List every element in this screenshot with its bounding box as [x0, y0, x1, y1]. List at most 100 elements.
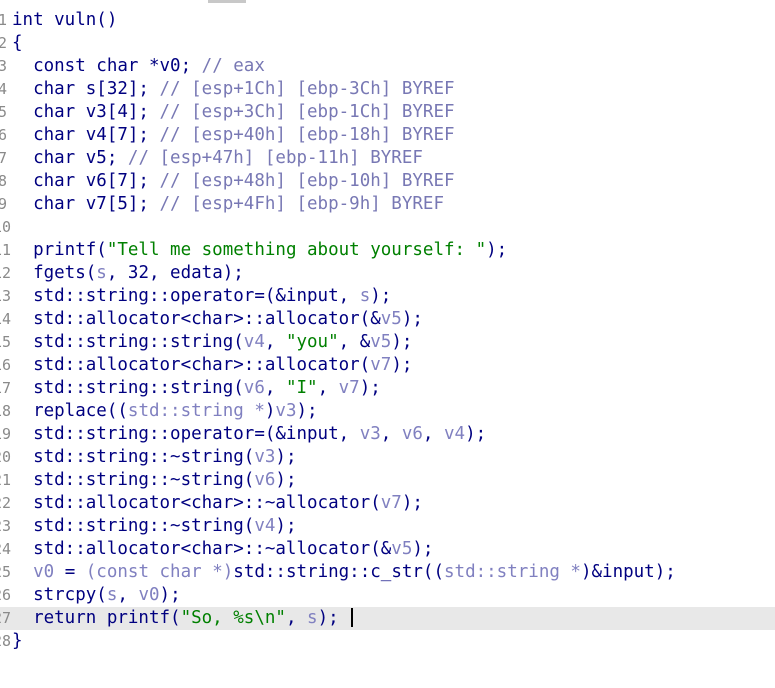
line-number: 15: [0, 333, 12, 351]
code-token: );: [275, 447, 297, 467]
line-number: 3: [0, 57, 7, 75]
line-number: 24: [0, 540, 12, 558]
code-line[interactable]: 6 char v4[7]; // [esp+40h] [ebp-18h] BYR…: [0, 124, 775, 147]
code-line[interactable]: 3 const char *v0; // eax: [0, 55, 775, 78]
code-token: std::string::~string(: [12, 516, 255, 536]
code-token: char s[32];: [12, 79, 160, 99]
code-line[interactable]: 15 std::string::string(v4, "you", &v5);: [0, 331, 775, 354]
code-token: (const char *): [85, 562, 234, 582]
code-line[interactable]: 1 int vuln(): [0, 9, 775, 32]
code-text: char s[32]; // [esp+1Ch] [ebp-3Ch] BYREF: [12, 78, 455, 101]
code-text: std::allocator<char>::~allocator(v7);: [12, 492, 423, 515]
code-line[interactable]: 25 v0 = (const char *)std::string::c_str…: [0, 561, 775, 584]
code-token: );: [401, 309, 423, 329]
code-line[interactable]: 4 char s[32]; // [esp+1Ch] [ebp-3Ch] BYR…: [0, 78, 775, 101]
code-token: v7: [338, 378, 360, 398]
code-line[interactable]: 5 char v3[4]; // [esp+3Ch] [ebp-1Ch] BYR…: [0, 101, 775, 124]
code-token: // [esp+47h] [ebp-11h] BYREF: [127, 148, 423, 168]
code-token: );: [159, 585, 181, 605]
code-text: {: [12, 32, 23, 55]
code-line[interactable]: 24 std::allocator<char>::~allocator(&v5)…: [0, 538, 775, 561]
code-token: std::string::string(: [12, 378, 244, 398]
code-token: printf(: [12, 240, 107, 260]
pseudocode-editor[interactable]: 1 int vuln() 2{3 const char *v0; // eax 4 c…: [0, 6, 775, 688]
line-number: 22: [0, 494, 12, 512]
code-token: );: [275, 516, 297, 536]
code-line[interactable]: 11 printf("Tell me something about yours…: [0, 239, 775, 262]
code-line[interactable]: 19 std::string::operator=(&input, v3, v6…: [0, 423, 775, 446]
code-token: "So, %s\n": [180, 608, 286, 628]
code-token: ,: [422, 424, 444, 444]
code-text: char v6[7]; // [esp+48h] [ebp-10h] BYREF: [12, 170, 455, 193]
code-line[interactable]: 21 std::string::~string(v6);: [0, 469, 775, 492]
code-line[interactable]: 27 return printf("So, %s\n", s);: [0, 607, 775, 630]
code-token: v3: [275, 401, 297, 421]
code-text: std::allocator<char>::allocator(&v5);: [12, 308, 423, 331]
code-text: replace((std::string *)v3);: [12, 400, 318, 423]
code-line[interactable]: 9 char v7[5]; // [esp+4Fh] [ebp-9h] BYRE…: [0, 193, 775, 216]
code-line[interactable]: 12 fgets(s, 32, edata);: [0, 262, 775, 285]
code-token: v5: [380, 309, 402, 329]
code-token: s: [96, 263, 107, 283]
line-number: 23: [0, 517, 12, 535]
code-line[interactable]: 17 std::string::string(v6, "I", v7);: [0, 377, 775, 400]
code-line[interactable]: 20 std::string::~string(v3);: [0, 446, 775, 469]
code-line[interactable]: 18 replace((std::string *)v3);: [0, 400, 775, 423]
code-line[interactable]: 7 char v5; // [esp+47h] [ebp-11h] BYREF: [0, 147, 775, 170]
code-text: std::string::string(v6, "I", v7);: [12, 377, 381, 400]
code-line[interactable]: 16 std::allocator<char>::allocator(v7);: [0, 354, 775, 377]
code-line[interactable]: 14 std::allocator<char>::allocator(&v5);: [0, 308, 775, 331]
code-token: );: [412, 539, 434, 559]
code-token: std::allocator<char>::~allocator(: [12, 493, 381, 513]
code-token: char v4[7];: [12, 125, 160, 145]
code-token: int vuln(): [12, 10, 118, 30]
line-number: 4: [0, 80, 7, 98]
code-token: );: [391, 332, 413, 352]
code-token: std::string::~string(: [12, 470, 255, 490]
code-token: return printf(: [12, 608, 181, 628]
code-token: s: [307, 608, 318, 628]
code-text: char v4[7]; // [esp+40h] [ebp-18h] BYREF: [12, 124, 454, 147]
code-token: v3: [254, 447, 276, 467]
code-token: std::allocator<char>::~allocator(&: [12, 539, 392, 559]
code-token: std::allocator<char>::allocator(&: [12, 309, 381, 329]
code-token: // [esp+3Ch] [ebp-1Ch] BYREF: [159, 102, 455, 122]
code-token: v7: [370, 355, 392, 375]
code-token: std::string::operator=(&input,: [12, 424, 360, 444]
tab-indicator[interactable]: [208, 0, 246, 3]
code-token: ): [264, 401, 276, 421]
code-text: char v5; // [esp+47h] [ebp-11h] BYREF: [12, 147, 423, 170]
code-token: }: [12, 631, 23, 651]
code-token: std::string::c_str((: [233, 562, 444, 582]
code-line[interactable]: 22 std::allocator<char>::~allocator(v7);: [0, 492, 775, 515]
line-number: 28: [0, 632, 12, 650]
line-number: 18: [0, 402, 12, 420]
line-number: 14: [0, 310, 12, 328]
code-token: char v5;: [12, 148, 128, 168]
code-token: v0: [138, 585, 160, 605]
code-text: std::allocator<char>::~allocator(&v5);: [12, 538, 433, 561]
code-token: );: [296, 401, 318, 421]
code-line[interactable]: 2{: [0, 32, 775, 55]
code-line[interactable]: 13 std::string::operator=(&input, s);: [0, 285, 775, 308]
code-line[interactable]: 23 std::string::~string(v4);: [0, 515, 775, 538]
code-token: // [esp+48h] [ebp-10h] BYREF: [159, 171, 455, 191]
code-line[interactable]: 26 strcpy(s, v0);: [0, 584, 775, 607]
code-token: // eax: [201, 56, 265, 76]
code-line[interactable]: 8 char v6[7]; // [esp+48h] [ebp-10h] BYR…: [0, 170, 775, 193]
code-token: ,: [317, 378, 339, 398]
code-text: return printf("So, %s\n", s);: [12, 607, 354, 630]
code-text: v0 = (const char *)std::string::c_str((s…: [12, 561, 676, 584]
line-number: 19: [0, 425, 12, 443]
line-number: 27: [0, 609, 12, 627]
code-token: replace((: [12, 401, 128, 421]
code-line[interactable]: 28}: [0, 630, 775, 653]
code-line[interactable]: 10: [0, 216, 775, 239]
code-token: std::string *: [127, 401, 265, 421]
code-token: ,: [117, 585, 139, 605]
code-text: strcpy(s, v0);: [12, 584, 181, 607]
code-token: v6: [401, 424, 423, 444]
code-text: std::string::~string(v4);: [12, 515, 296, 538]
code-token: // [esp+1Ch] [ebp-3Ch] BYREF: [159, 79, 455, 99]
